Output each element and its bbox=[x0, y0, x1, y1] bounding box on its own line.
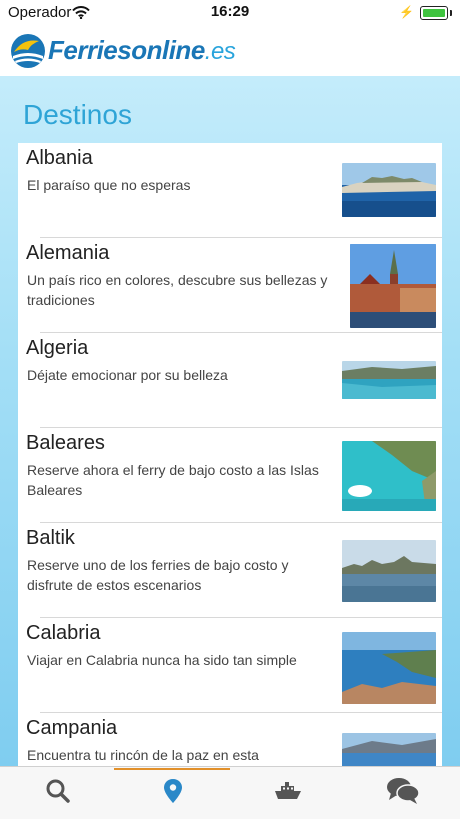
status-bar: Operador 16:29 ⚡ bbox=[0, 0, 460, 26]
list-item-campania[interactable]: Campania Encuentra tu rincón de la paz e… bbox=[18, 713, 442, 766]
brand-logo-icon bbox=[9, 32, 47, 75]
tab-destinations[interactable] bbox=[115, 767, 230, 819]
destination-name: Algeria bbox=[26, 337, 89, 359]
destination-name: Baltik bbox=[26, 527, 75, 549]
tab-messages[interactable] bbox=[345, 767, 460, 819]
tab-bar bbox=[0, 766, 460, 819]
destination-image bbox=[342, 632, 436, 704]
tab-ferries[interactable] bbox=[230, 767, 345, 819]
destination-name: Albania bbox=[26, 147, 93, 169]
destination-name: Campania bbox=[26, 717, 118, 739]
ferry-icon bbox=[274, 781, 302, 806]
destination-name: Alemania bbox=[26, 242, 110, 264]
charging-icon: ⚡ bbox=[399, 5, 414, 19]
destination-image bbox=[350, 244, 436, 328]
destination-description: Reserve ahora el ferry de bajo costo a l… bbox=[27, 462, 319, 498]
app-header: Ferriesonline.es bbox=[0, 26, 460, 76]
destination-description: Déjate emocionar por su belleza bbox=[27, 367, 228, 383]
active-tab-indicator bbox=[114, 768, 230, 770]
search-icon bbox=[45, 778, 71, 809]
destination-description: Un país rico en colores, descubre sus be… bbox=[27, 272, 328, 308]
chat-bubbles-icon bbox=[386, 777, 420, 810]
destination-description: El paraíso que no esperas bbox=[27, 177, 191, 193]
destination-image bbox=[342, 441, 436, 511]
destination-image bbox=[342, 540, 436, 602]
destination-description: Encuentra tu rincón de la paz en esta bbox=[27, 747, 259, 763]
list-item-calabria[interactable]: Calabria Viajar en Calabria nunca ha sid… bbox=[18, 618, 442, 713]
battery-icon bbox=[420, 6, 452, 20]
destination-image bbox=[342, 163, 436, 217]
clock: 16:29 bbox=[210, 3, 250, 20]
page-title: Destinos bbox=[23, 99, 132, 130]
list-item-alemania[interactable]: Alemania Un país rico en colores, descub… bbox=[18, 238, 442, 333]
destination-description: Viajar en Calabria nunca ha sido tan sim… bbox=[27, 652, 297, 668]
tab-search[interactable] bbox=[0, 767, 115, 819]
destination-image bbox=[342, 361, 436, 399]
list-item-baltik[interactable]: Baltik Reserve uno de los ferries de baj… bbox=[18, 523, 442, 618]
brand-name: Ferriesonline.es bbox=[48, 35, 236, 66]
list-item-albania[interactable]: Albania El paraíso que no esperas bbox=[18, 143, 442, 238]
list-item-algeria[interactable]: Algeria Déjate emocionar por su belleza bbox=[18, 333, 442, 428]
brand-name-text: Ferriesonline bbox=[48, 35, 205, 65]
destination-name: Baleares bbox=[26, 432, 105, 454]
destinations-list[interactable]: Albania El paraíso que no esperas Aleman… bbox=[18, 143, 442, 766]
list-item-baleares[interactable]: Baleares Reserve ahora el ferry de bajo … bbox=[18, 428, 442, 523]
destination-description: Reserve uno de los ferries de bajo costo… bbox=[27, 557, 289, 593]
brand-tld: .es bbox=[204, 38, 236, 65]
destination-image bbox=[342, 733, 436, 766]
destination-name: Calabria bbox=[26, 622, 101, 644]
location-pin-icon bbox=[163, 778, 183, 809]
